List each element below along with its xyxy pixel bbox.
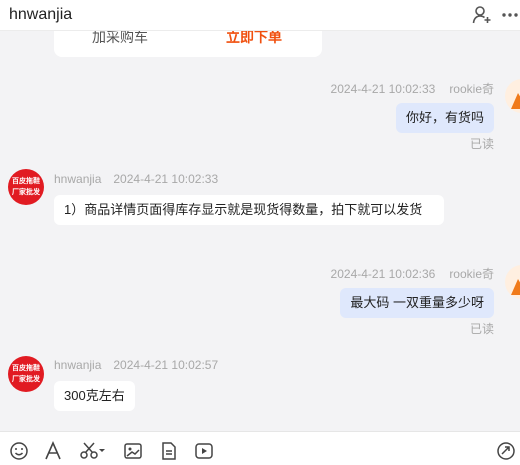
avatar-text: 百皮拖鞋 bbox=[12, 365, 40, 372]
incoming-message-bubble[interactable]: 300克左右 bbox=[54, 381, 135, 411]
avatar[interactable]: 百皮拖鞋 厂家批发 bbox=[8, 356, 44, 392]
read-status: 已读 bbox=[469, 137, 494, 151]
avatar-text: 厂家批发 bbox=[12, 189, 40, 196]
emoji-icon[interactable] bbox=[9, 441, 29, 461]
message-time: 2024-4-21 10:02:33 bbox=[330, 82, 436, 96]
incoming-message-bubble[interactable]: 1）商品详情页面得库存显示就是现货得数量，拍下就可以发货 bbox=[54, 195, 444, 225]
file-icon[interactable] bbox=[159, 441, 179, 461]
message-meta: hnwanjia 2024-4-21 10:02:57 bbox=[54, 358, 218, 372]
read-status: 已读 bbox=[469, 322, 494, 336]
sender-name: rookie奇 bbox=[449, 267, 494, 281]
buy-now-button[interactable]: 立即下单 bbox=[226, 31, 282, 47]
chat-header: hnwanjia bbox=[0, 0, 520, 31]
message-list[interactable]: 加采购车 立即下单 2024-4-21 10:02:33 rookie奇 你好，有… bbox=[0, 31, 520, 431]
sender-name: hnwanjia bbox=[54, 172, 102, 186]
video-icon[interactable] bbox=[194, 441, 214, 461]
avatar[interactable]: 百皮拖鞋 厂家批发 bbox=[8, 169, 44, 205]
add-user-icon[interactable] bbox=[472, 5, 492, 25]
avatar[interactable] bbox=[505, 79, 520, 113]
avatar-text: 百皮拖鞋 bbox=[12, 178, 40, 185]
message-time: 2024-4-21 10:02:57 bbox=[113, 358, 219, 372]
message-meta: 2024-4-21 10:02:36 rookie奇 bbox=[331, 265, 494, 282]
share-icon[interactable] bbox=[496, 441, 516, 461]
more-icon[interactable] bbox=[500, 5, 520, 25]
chat-title: hnwanjia bbox=[9, 6, 73, 23]
avatar-text: 厂家批发 bbox=[12, 376, 40, 383]
scissors-icon[interactable] bbox=[79, 441, 107, 461]
add-to-cart-button[interactable]: 加采购车 bbox=[92, 31, 148, 47]
sender-name: hnwanjia bbox=[54, 358, 102, 372]
message-meta: 2024-4-21 10:02:33 rookie奇 bbox=[331, 80, 494, 97]
font-icon[interactable] bbox=[43, 441, 63, 461]
message-meta: hnwanjia 2024-4-21 10:02:33 bbox=[54, 172, 218, 186]
outgoing-message-bubble[interactable]: 你好，有货吗 bbox=[395, 103, 494, 133]
message-time: 2024-4-21 10:02:33 bbox=[113, 172, 219, 186]
sender-name: rookie奇 bbox=[449, 82, 494, 96]
outgoing-message-bubble[interactable]: 最大码 一双重量多少呀 bbox=[340, 288, 494, 318]
avatar[interactable] bbox=[505, 265, 520, 299]
product-card: 加采购车 立即下单 bbox=[54, 31, 322, 57]
input-toolbar bbox=[0, 431, 520, 465]
message-time: 2024-4-21 10:02:36 bbox=[330, 267, 436, 281]
image-icon[interactable] bbox=[123, 441, 143, 461]
